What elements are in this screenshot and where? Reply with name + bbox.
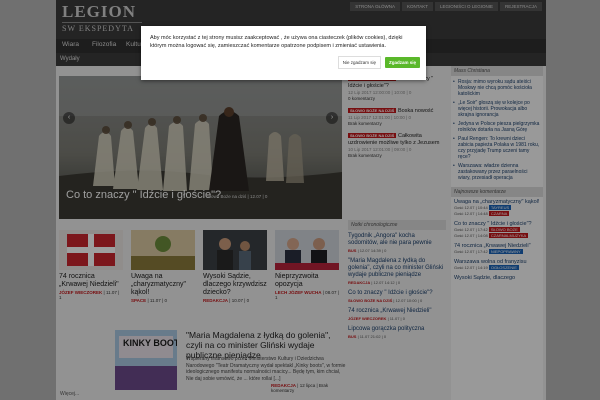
cookie-accept-button[interactable]: Zgadzam się [384, 57, 420, 68]
cookie-dialog: Aby móc korzystać z tej strony musisz za… [141, 26, 426, 80]
cookie-actions: Nie zgadzam się Zgadzam się [337, 56, 420, 69]
cookie-decline-button[interactable]: Nie zgadzam się [337, 56, 381, 69]
cookie-message: Aby móc korzystać z tej strony musisz za… [150, 35, 403, 49]
